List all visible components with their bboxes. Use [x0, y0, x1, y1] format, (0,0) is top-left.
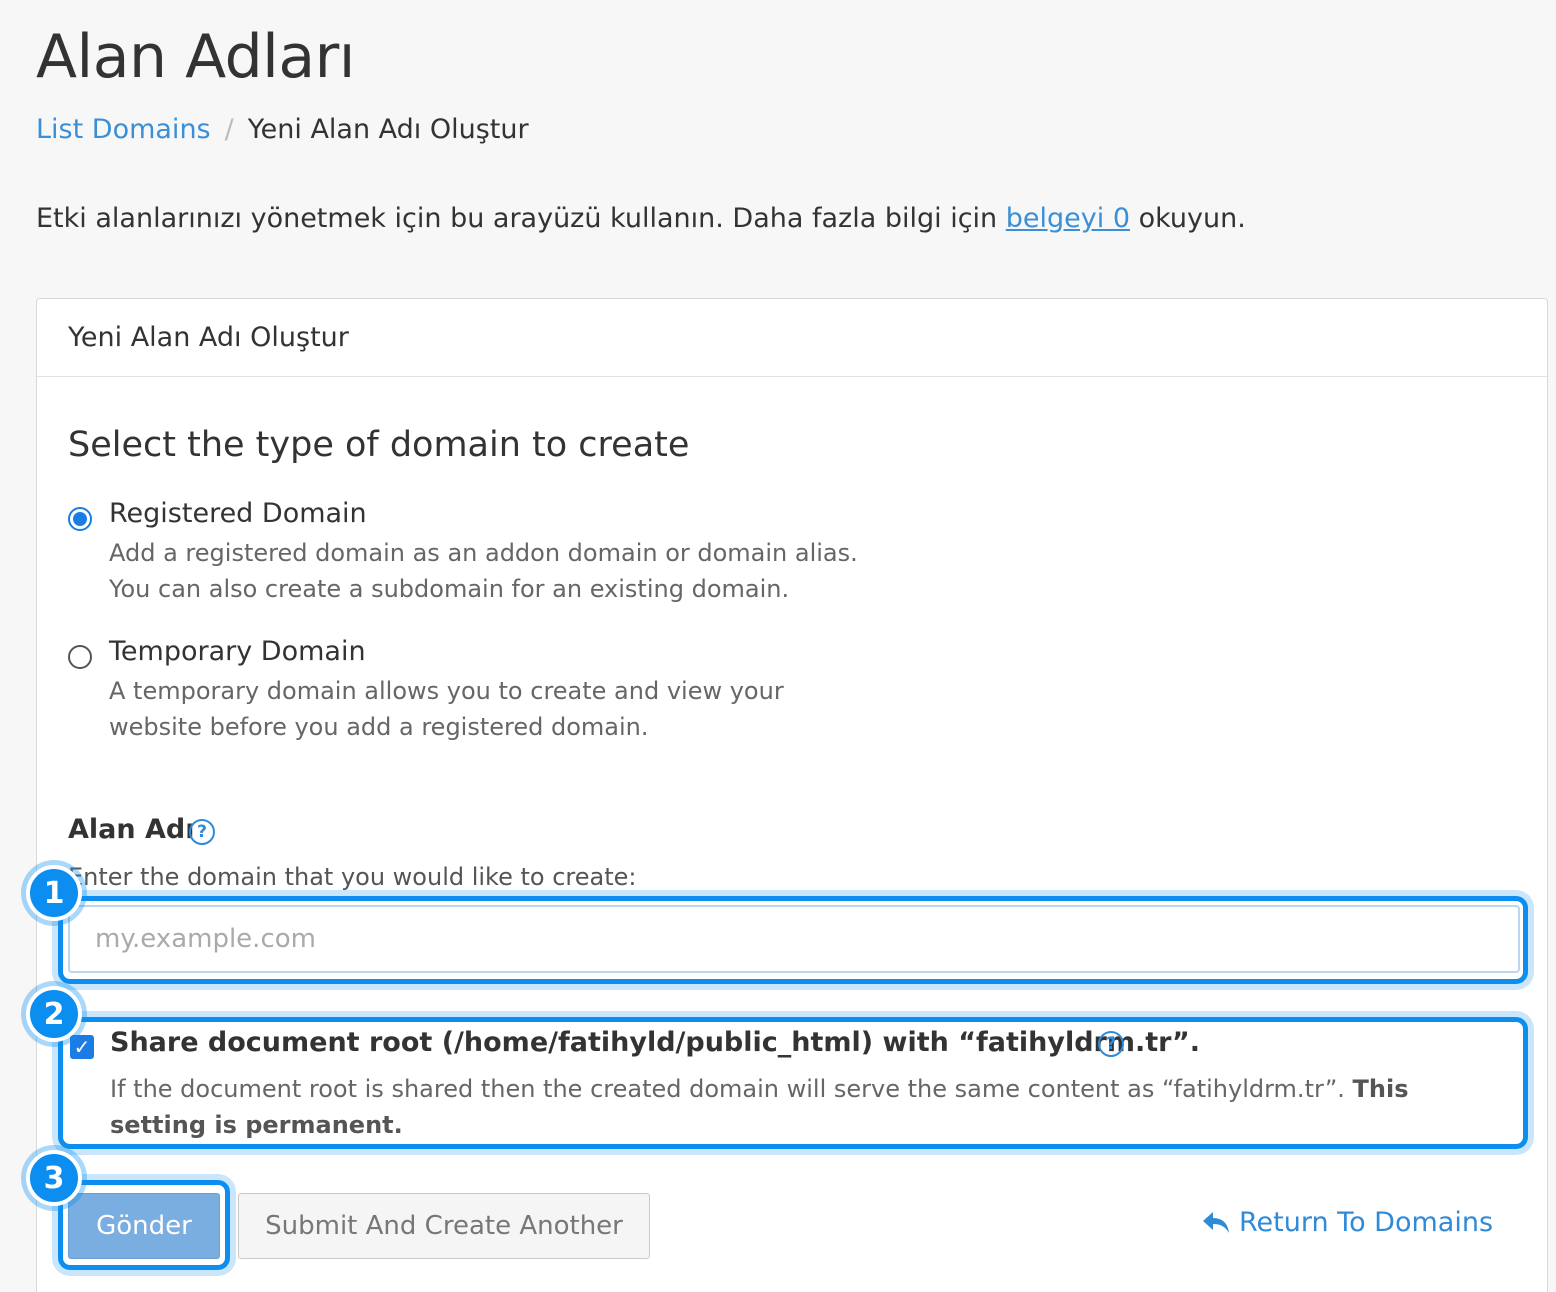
share-root-label: Share document root (/home/fatihyld/publ…: [110, 1027, 1200, 1058]
intro-text-start: Etki alanlarınızı yönetmek için bu arayü…: [36, 203, 1006, 234]
registered-domain-radio[interactable]: [68, 507, 92, 531]
domain-field-hint: Enter the domain that you would like to …: [68, 863, 637, 891]
domain-field-label: Alan Adı: [68, 814, 195, 845]
share-root-description: If the document root is shared then the …: [110, 1071, 1510, 1143]
share-root-desc-text: If the document root is shared then the …: [110, 1075, 1353, 1103]
breadcrumb-list-domains-link[interactable]: List Domains: [36, 114, 211, 145]
return-to-domains-link[interactable]: Return To Domains: [1201, 1207, 1493, 1238]
registered-domain-desc-line-1: Add a registered domain as an addon doma…: [109, 539, 858, 567]
registered-domain-title: Registered Domain: [109, 498, 367, 529]
return-to-domains-label: Return To Domains: [1239, 1207, 1494, 1238]
reply-arrow-icon: [1203, 1211, 1229, 1233]
question-circle-icon[interactable]: ?: [1098, 1031, 1124, 1057]
submit-and-create-another-button[interactable]: Submit And Create Another: [238, 1193, 650, 1259]
callout-badge-2: 2: [26, 986, 82, 1042]
breadcrumb-current: Yeni Alan Adı Oluştur: [247, 114, 529, 145]
intro-text-end: okuyun.: [1130, 203, 1246, 234]
callout-badge-3: 3: [26, 1150, 82, 1206]
callout-badge-1: 1: [26, 865, 82, 921]
page-title: Alan Adları: [36, 22, 355, 92]
question-circle-icon[interactable]: ?: [189, 819, 215, 845]
breadcrumb-separator: /: [224, 114, 234, 145]
section-heading: Select the type of domain to create: [68, 425, 690, 465]
page: Alan Adları List Domains / Yeni Alan Adı O…: [0, 0, 1556, 1292]
create-domain-panel: Yeni Alan Adı Oluştur Select the type of…: [36, 298, 1548, 1292]
documentation-link[interactable]: belgeyi 0: [1006, 203, 1130, 234]
breadcrumb: List Domains / Yeni Alan Adı Oluştur: [36, 114, 529, 145]
panel-header: Yeni Alan Adı Oluştur: [37, 299, 1547, 377]
share-root-checkbox[interactable]: ✓: [70, 1035, 94, 1059]
domain-input[interactable]: [68, 905, 1520, 973]
temporary-domain-title: Temporary Domain: [109, 636, 366, 667]
temporary-domain-desc-line-2: website before you add a registered doma…: [109, 713, 649, 741]
temporary-domain-desc-line-1: A temporary domain allows you to create …: [109, 677, 784, 705]
temporary-domain-radio[interactable]: [68, 645, 92, 669]
submit-button[interactable]: Gönder: [68, 1193, 220, 1259]
registered-domain-desc-line-2: You can also create a subdomain for an e…: [109, 575, 790, 603]
intro-text: Etki alanlarınızı yönetmek için bu arayü…: [36, 203, 1246, 234]
